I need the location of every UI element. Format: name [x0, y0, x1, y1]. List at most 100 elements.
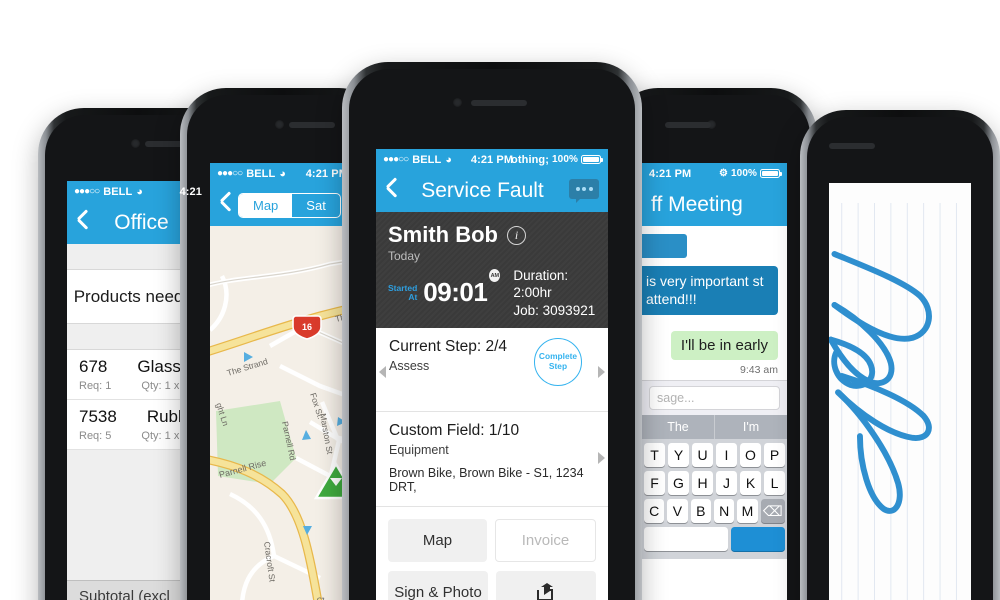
message-compose-bar: sage...	[642, 380, 787, 415]
am-pm-badge: AM	[489, 269, 501, 282]
custom-field-card[interactable]: Custom Field: 1/10 Equipment Brown Bike,…	[376, 411, 608, 507]
key-F[interactable]: F	[644, 471, 665, 495]
send-button[interactable]	[731, 527, 785, 551]
custom-field-value: Brown Bike, Brown Bike - S1, 1234 DRT,	[389, 465, 584, 494]
phone2-status-bar: ●●●○○ BELL ◕ 4:21 PM	[210, 163, 355, 184]
map-sat-segmented-control[interactable]: Map Sat	[238, 192, 341, 218]
chat-thread[interactable]: is very important st attend!!! I'll be i…	[642, 226, 787, 380]
phone1-time: 4:21	[179, 185, 202, 198]
map-button[interactable]: Map	[388, 518, 487, 562]
started-at-label: Started At	[388, 282, 418, 302]
screenshot-stage: ●●●○○ BELL ◕ 4:21 Office Products needed…	[0, 0, 1000, 600]
key-G[interactable]: G	[668, 471, 689, 495]
key-B[interactable]: B	[690, 499, 711, 523]
prediction-bar[interactable]: The I'm	[642, 415, 787, 439]
key-M[interactable]: M	[737, 499, 758, 523]
phone4-screen: 4:21 PM ⚙ 100% ff Meeting is very import…	[642, 163, 787, 600]
map-canvas[interactable]: 16 Stereodays	[210, 226, 355, 600]
camera-icon	[275, 120, 284, 129]
triangle-right-icon[interactable]	[598, 451, 605, 464]
sign-photo-button[interactable]: Sign & Photo	[388, 570, 488, 600]
key-U[interactable]: U	[692, 443, 713, 467]
phone2-navbar: Map Sat	[210, 184, 355, 226]
signal-dots-icon: ●●●○○	[74, 186, 100, 197]
phone3-body: ●●●○○ BELL ◕ 4:21 PM othing; 100% Servic…	[349, 69, 635, 600]
chevron-left-icon[interactable]	[385, 181, 396, 201]
map-vector: 16 Stereodays	[210, 226, 355, 600]
start-time: 09:01	[423, 277, 488, 308]
chevron-left-icon[interactable]	[219, 195, 230, 215]
custom-field-title: Custom Field: 1/10	[389, 421, 520, 439]
message-input[interactable]: sage...	[649, 386, 780, 410]
key-row-2: F G H J K L	[644, 471, 785, 495]
phone2-carrier: ●●●○○ BELL ◕	[217, 168, 286, 180]
page-title: Service Fault	[421, 179, 544, 202]
onscreen-keyboard[interactable]: The I'm T Y U I O P F G H J K L C V B N …	[642, 415, 787, 559]
signature-canvas[interactable]	[829, 183, 971, 600]
backspace-icon[interactable]: ⌫	[760, 499, 786, 523]
complete-step-button[interactable]: Complete Step	[534, 337, 582, 386]
battery-percent: 100%	[731, 168, 757, 179]
phone-signature	[800, 110, 1000, 600]
key-L[interactable]: L	[764, 471, 785, 495]
battery-percent: 100%	[552, 154, 578, 165]
product-code: 7538	[79, 407, 117, 426]
custom-field-subtitle: Equipment	[389, 442, 449, 457]
speaker-grille	[289, 122, 335, 128]
message-timestamp: 9:43 am	[740, 364, 778, 376]
phone5-body	[807, 117, 993, 600]
prediction-the[interactable]: The	[642, 415, 715, 439]
phone5-screen	[829, 183, 971, 600]
share-button[interactable]	[496, 570, 596, 600]
key-V[interactable]: V	[667, 499, 688, 523]
info-circle-icon[interactable]: i	[507, 225, 526, 245]
triangle-right-icon[interactable]	[598, 365, 605, 378]
job-date: Today	[388, 249, 421, 263]
prediction-im[interactable]: I'm	[715, 415, 787, 439]
speaker-grille	[829, 143, 875, 149]
bluetooth-icon: othing;	[511, 153, 550, 166]
phone1-carrier: ●●●○○ BELL ◕	[74, 186, 143, 198]
product-code: 678	[79, 357, 108, 376]
key-space[interactable]	[644, 527, 729, 551]
key-J[interactable]: J	[716, 471, 737, 495]
phone-service-fault: ●●●○○ BELL ◕ 4:21 PM othing; 100% Servic…	[342, 62, 642, 600]
customer-name: Smith Bob	[388, 222, 498, 247]
carrier-label: BELL	[103, 185, 133, 198]
carrier-label: BELL	[246, 167, 276, 180]
phone3-status-right: othing; 100%	[511, 153, 603, 166]
share-icon	[537, 582, 553, 600]
camera-icon	[453, 98, 462, 107]
job-meta: Duration: 2:00hr Job: 3093921	[513, 267, 596, 319]
key-N[interactable]: N	[713, 499, 735, 523]
key-I[interactable]: I	[716, 443, 737, 467]
tab-map[interactable]: Map	[239, 193, 293, 217]
product-req: Req: 1	[79, 380, 112, 392]
message-in: is very important st attend!!!	[642, 266, 778, 315]
triangle-left-icon[interactable]	[379, 365, 386, 378]
key-Y[interactable]: Y	[668, 443, 689, 467]
key-P[interactable]: P	[764, 443, 785, 467]
complete-step-label-2: Step	[548, 360, 568, 371]
invoice-button[interactable]: Invoice	[495, 518, 596, 562]
key-K[interactable]: K	[740, 471, 761, 495]
camera-icon	[131, 139, 140, 148]
phone2-screen: ●●●○○ BELL ◕ 4:21 PM Map Sat 16 The Stra…	[210, 163, 355, 600]
partial-bubble	[642, 234, 687, 258]
key-C[interactable]: C	[643, 499, 665, 523]
phone4-body: 4:21 PM ⚙ 100% ff Meeting is very import…	[619, 95, 810, 600]
phone4-time: 4:21 PM	[649, 167, 692, 180]
current-step-card[interactable]: Current Step: 2/4 Assess Complete Step	[376, 327, 608, 412]
chevron-left-icon[interactable]	[76, 213, 87, 233]
chat-bubble-icon[interactable]	[569, 179, 599, 203]
message-out-wrap: I'll be in early	[651, 331, 778, 360]
key-O[interactable]: O	[740, 443, 761, 467]
key-row-1: T Y U I O P	[644, 443, 785, 467]
tab-sat[interactable]: Sat	[292, 194, 340, 217]
key-H[interactable]: H	[692, 471, 713, 495]
wifi-icon: ◕	[136, 185, 144, 198]
phone3-screen: ●●●○○ BELL ◕ 4:21 PM othing; 100% Servic…	[376, 149, 608, 600]
phone4-navbar: ff Meeting	[642, 184, 787, 226]
job-number: Job: 3093921	[513, 302, 596, 318]
key-T[interactable]: T	[644, 443, 665, 467]
